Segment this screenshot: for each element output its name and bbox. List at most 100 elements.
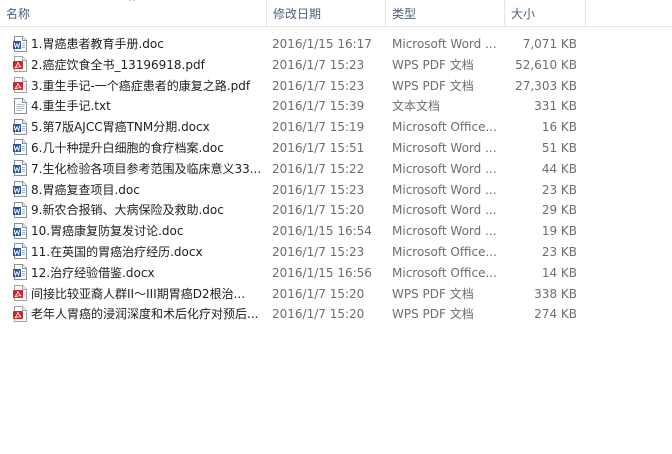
- word-document-icon: [13, 181, 27, 198]
- file-date: 2016/1/7 15:19: [272, 120, 365, 135]
- text-document-icon: [13, 97, 27, 114]
- file-name: 12.治疗经验借鉴.docx: [31, 265, 155, 280]
- word-document-icon: [13, 201, 27, 218]
- file-size: 14 KB: [541, 265, 577, 280]
- file-date: 2016/1/7 15:23: [272, 78, 365, 93]
- word-document-icon: [13, 243, 27, 260]
- file-name: 9.新农合报销、大病保险及救助.doc: [31, 203, 224, 218]
- file-name-cell[interactable]: 10.胃癌康复防复发讨论.doc: [13, 221, 263, 242]
- file-row[interactable]: 4.重生手记.txt 2016/1/7 15:39 文本文档 331 KB: [0, 96, 586, 117]
- file-type: Microsoft Office...: [392, 244, 497, 259]
- file-name-cell[interactable]: 1.胃癌患者教育手册.doc: [13, 34, 263, 55]
- file-type: Microsoft Word ...: [392, 140, 497, 155]
- file-type: WPS PDF 文档: [392, 286, 474, 301]
- file-row[interactable]: 7.生化检验各项目参考范围及临床意义33... 2016/1/7 15:22 Mic…: [0, 159, 586, 180]
- file-name-cell[interactable]: 4.重生手记.txt: [13, 96, 263, 117]
- file-date: 2016/1/7 15:51: [272, 140, 365, 155]
- file-type: Microsoft Word ...: [392, 203, 497, 218]
- word-document-icon: [13, 160, 27, 177]
- file-name-cell[interactable]: 11.在英国的胃癌治疗经历.docx: [13, 242, 263, 263]
- column-header-type[interactable]: 类型: [386, 0, 504, 26]
- column-header-name-label: 名称: [6, 7, 31, 21]
- file-name-cell[interactable]: 8.胃癌复查项目.doc: [13, 180, 263, 201]
- file-date: 2016/1/7 15:20: [272, 203, 365, 218]
- file-name-cell[interactable]: 2.癌症饮食全书_13196918.pdf: [13, 55, 263, 76]
- column-divider[interactable]: [585, 0, 586, 26]
- file-type: Microsoft Office...: [392, 120, 497, 135]
- pdf-document-icon: [13, 77, 27, 94]
- file-type: Microsoft Word ...: [392, 161, 497, 176]
- word-document-icon: [13, 139, 27, 156]
- file-type: Microsoft Office...: [392, 265, 497, 280]
- file-name-cell[interactable]: 6.几十种提升白细胞的食疗档案.doc: [13, 138, 263, 159]
- file-date: 2016/1/7 15:23: [272, 182, 365, 197]
- file-size: 274 KB: [534, 307, 577, 322]
- file-type: Microsoft Word ...: [392, 224, 497, 239]
- file-date: 2016/1/7 15:39: [272, 99, 365, 114]
- file-explorer: 名称 ^ 修改日期 类型 大小 1.胃癌患者教育手册.doc 2016/1/15 …: [0, 0, 672, 454]
- file-row[interactable]: 12.治疗经验借鉴.docx 2016/1/15 16:56 Microsoft O…: [0, 263, 586, 284]
- column-header-date[interactable]: 修改日期: [267, 0, 385, 26]
- pdf-document-icon: [13, 305, 27, 322]
- file-type: WPS PDF 文档: [392, 78, 474, 93]
- word-document-icon: [13, 118, 27, 135]
- column-header-type-label: 类型: [392, 7, 417, 21]
- file-date: 2016/1/15 16:54: [272, 224, 372, 239]
- file-date: 2016/1/15 16:17: [272, 37, 372, 51]
- file-row[interactable]: 8.胃癌复查项目.doc 2016/1/7 15:23 Microsoft Word…: [0, 180, 586, 201]
- file-name-cell[interactable]: 3.重生手记-一个癌症患者的康复之路.pdf: [13, 76, 263, 97]
- file-row[interactable]: 1.胃癌患者教育手册.doc 2016/1/15 16:17 Microsoft W…: [0, 34, 586, 55]
- file-size: 331 KB: [534, 99, 577, 114]
- file-type: WPS PDF 文档: [392, 307, 474, 322]
- file-size: 16 KB: [541, 120, 577, 135]
- file-size: 7,071 KB: [522, 37, 577, 51]
- file-row[interactable]: 11.在英国的胃癌治疗经历.docx 2016/1/7 15:23 Microsof…: [0, 242, 586, 263]
- file-name-cell[interactable]: 9.新农合报销、大病保险及救助.doc: [13, 200, 263, 221]
- file-size: 44 KB: [541, 161, 577, 176]
- file-row[interactable]: 6.几十种提升白细胞的食疗档案.doc 2016/1/7 15:51 Microso…: [0, 138, 586, 159]
- file-name: 5.第7版AJCC胃癌TNM分期.docx: [31, 120, 210, 135]
- file-row[interactable]: 老年人胃癌的浸润深度和术后化疗对预后... 2016/1/7 15:20 WPS P…: [0, 304, 586, 325]
- file-row[interactable]: 5.第7版AJCC胃癌TNM分期.docx 2016/1/7 15:19 Micro…: [0, 117, 586, 138]
- file-size: 23 KB: [541, 182, 577, 197]
- file-name: 11.在英国的胃癌治疗经历.docx: [31, 245, 203, 260]
- file-row[interactable]: 9.新农合报销、大病保险及救助.doc 2016/1/7 15:20 Microso…: [0, 200, 586, 221]
- file-name: 3.重生手记-一个癌症患者的康复之路.pdf: [31, 78, 251, 93]
- pdf-document-icon: [13, 56, 27, 73]
- file-name: 2.癌症饮食全书_13196918.pdf: [31, 57, 205, 72]
- file-name-cell[interactable]: 老年人胃癌的浸润深度和术后化疗对预后...: [13, 304, 263, 325]
- file-name-cell[interactable]: 间接比较亚裔人群II～III期胃癌D2根治...: [13, 284, 263, 305]
- file-name: 间接比较亚裔人群II～III期胃癌D2根治...: [31, 286, 246, 301]
- file-size: 52,610 KB: [515, 57, 577, 72]
- column-header-size[interactable]: 大小: [505, 0, 585, 26]
- file-row[interactable]: 3.重生手记-一个癌症患者的康复之路.pdf 2016/1/7 15:23 WPS …: [0, 76, 586, 97]
- file-type: 文本文档: [392, 99, 441, 114]
- file-date: 2016/1/7 15:20: [272, 307, 365, 322]
- file-name-cell[interactable]: 12.治疗经验借鉴.docx: [13, 263, 263, 284]
- file-size: 29 KB: [541, 203, 577, 218]
- file-name: 10.胃癌康复防复发讨论.doc: [31, 224, 184, 239]
- file-row[interactable]: 2.癌症饮食全书_13196918.pdf 2016/1/7 15:23 WPS P…: [0, 55, 586, 76]
- file-name: 8.胃癌复查项目.doc: [31, 182, 140, 197]
- word-document-icon: [13, 264, 27, 281]
- file-row[interactable]: 10.胃癌康复防复发讨论.doc 2016/1/15 16:54 Microsoft…: [0, 221, 586, 242]
- file-type: WPS PDF 文档: [392, 57, 474, 72]
- file-type: Microsoft Word ...: [392, 182, 497, 197]
- file-name: 6.几十种提升白细胞的食疗档案.doc: [31, 141, 224, 156]
- file-name: 7.生化检验各项目参考范围及临床意义33...: [31, 161, 262, 176]
- file-date: 2016/1/7 15:20: [272, 286, 365, 301]
- file-size: 51 KB: [541, 140, 577, 155]
- file-date: 2016/1/7 15:23: [272, 244, 365, 259]
- column-header-size-label: 大小: [511, 7, 536, 21]
- sort-ascending-icon: ^: [128, 0, 136, 8]
- file-name: 1.胃癌患者教育手册.doc: [31, 37, 164, 52]
- file-row[interactable]: 间接比较亚裔人群II～III期胃癌D2根治... 2016/1/7 15:20 WP…: [0, 284, 586, 305]
- file-name: 4.重生手记.txt: [31, 99, 111, 114]
- file-name: 老年人胃癌的浸润深度和术后化疗对预后...: [31, 307, 259, 322]
- file-name-cell[interactable]: 7.生化检验各项目参考范围及临床意义33...: [13, 159, 263, 180]
- column-header-name[interactable]: 名称 ^: [0, 0, 266, 26]
- file-name-cell[interactable]: 5.第7版AJCC胃癌TNM分期.docx: [13, 117, 263, 138]
- file-size: 338 KB: [534, 286, 577, 301]
- file-date: 2016/1/7 15:22: [272, 161, 365, 176]
- column-header-date-label: 修改日期: [273, 7, 322, 21]
